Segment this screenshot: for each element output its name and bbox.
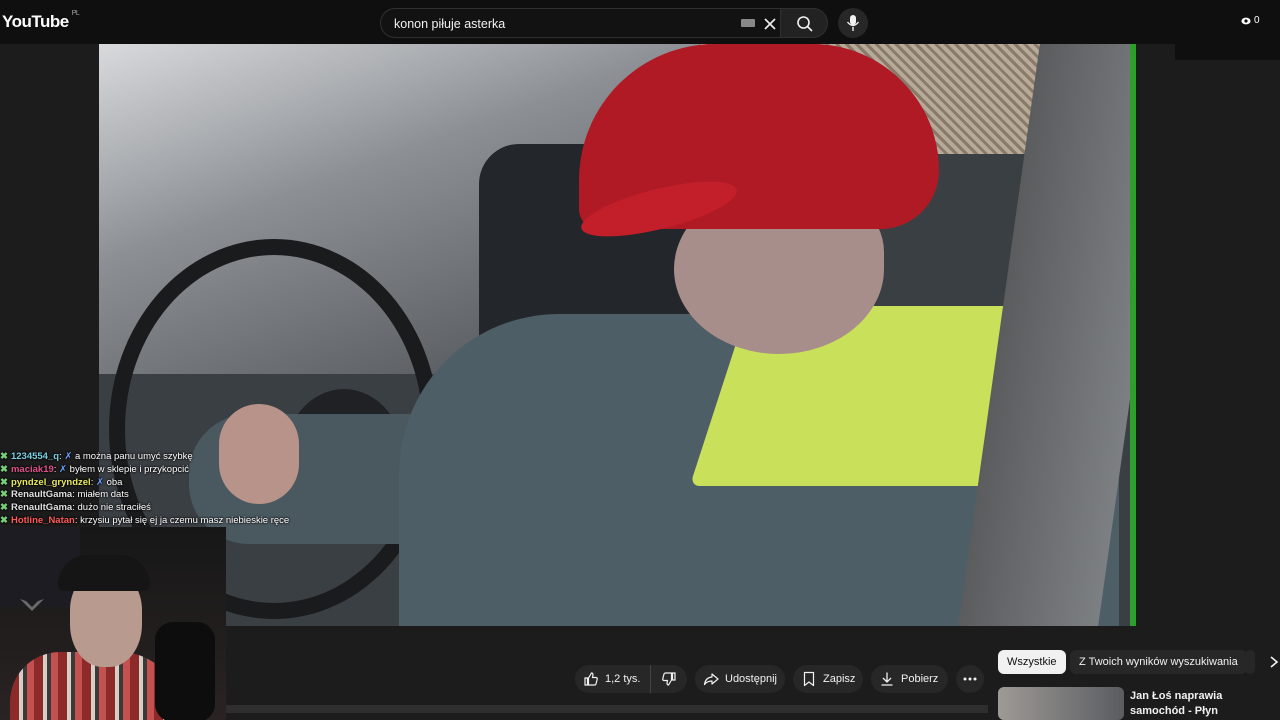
chat-message: ✖ 1234554_q: ✗ a można panu umyć szybkę <box>0 451 193 462</box>
chat-overlay: ✖ 1234554_q: ✗ a można panu umyć szybkę ✖ m… <box>0 451 340 528</box>
chat-text: oba <box>106 476 123 488</box>
viewer-count: 0 <box>1254 15 1260 26</box>
chat-username: pyndzel_gryndzel <box>10 476 91 488</box>
chip-partial[interactable] <box>1245 650 1255 674</box>
chat-username: Hotline_Natan <box>10 514 75 526</box>
share-label: Udostępnij <box>725 673 777 685</box>
logo-text: YouTube <box>2 12 69 31</box>
chat-mod-badge: ✖ <box>0 463 8 475</box>
chat-text: byłem w sklepie i przykopcić <box>69 463 189 475</box>
like-button[interactable]: 1,2 tys. <box>575 665 651 693</box>
description-bar <box>226 705 988 713</box>
like-count: 1,2 tys. <box>605 673 641 685</box>
webcam-microphone <box>155 622 215 720</box>
chip-from-search[interactable]: Z Twoich wyników wyszukiwania <box>1070 650 1247 674</box>
chat-message: ✖ RenaultGama: miałem dats <box>0 489 129 501</box>
keyboard-icon[interactable] <box>741 19 755 27</box>
chevron-right-icon[interactable] <box>1268 653 1280 671</box>
chat-text: dużo nie straciłeś <box>77 502 151 514</box>
chat-username: RenaultGama <box>10 489 73 501</box>
chip-all[interactable]: Wszystkie <box>998 650 1066 674</box>
chat-message: ✖ Hotline_Natan: krzysiu pytał się ej ja … <box>0 514 290 526</box>
viewer-counter: 0 <box>1241 15 1260 26</box>
save-label: Zapisz <box>823 673 856 685</box>
share-button[interactable]: Udostępnij <box>695 665 785 693</box>
chat-mod-badge: ✖ <box>0 502 8 514</box>
chat-mod-badge: ✖ <box>0 489 8 501</box>
eye-icon <box>1241 17 1251 24</box>
more-horizontal-icon <box>963 677 977 681</box>
search-icon <box>797 16 813 32</box>
chat-mod-badge: ✖ <box>0 451 8 462</box>
chat-emote-icon: ✗ <box>59 463 68 475</box>
chat-message: ✖ RenaultGama: dużo nie straciłeś <box>0 502 151 514</box>
chat-text: miałem dats <box>77 489 129 501</box>
like-dislike-group: 1,2 tys. <box>575 665 687 693</box>
chat-mod-badge: ✖ <box>0 514 8 526</box>
youtube-logo[interactable]: YouTube PL <box>2 10 80 32</box>
clear-search-icon[interactable] <box>761 15 779 33</box>
chat-mod-badge: ✖ <box>0 476 8 488</box>
video-player[interactable] <box>99 44 1136 626</box>
chat-text: krzysiu pytał się ej ja czemu masz niebi… <box>80 514 290 526</box>
chat-message: ✖ maciak19: ✗ byłem w sklepie i przykopci… <box>0 463 189 475</box>
download-label: Pobierz <box>901 673 939 685</box>
voice-search-button[interactable] <box>838 8 868 38</box>
thumbs-down-icon <box>662 672 676 686</box>
dislike-button[interactable] <box>651 665 687 693</box>
chat-message: ✖ pyndzel_gryndzel: ✗ oba <box>0 476 123 488</box>
chat-username: RenaultGama <box>10 502 73 514</box>
youtube-watch-page: YouTubePL 0 <box>0 0 1280 720</box>
download-button[interactable]: Pobierz <box>871 665 948 693</box>
search-box <box>380 8 788 38</box>
chat-text: a można panu umyć szybkę <box>74 451 193 462</box>
more-actions-button[interactable] <box>956 665 984 693</box>
recommendation-title[interactable]: Jan Łoś naprawia samochód - Płyn chodnik… <box>1130 689 1280 720</box>
recommendation-thumbnail[interactable] <box>998 687 1124 720</box>
bookmark-icon <box>803 671 815 687</box>
download-icon <box>881 672 893 686</box>
chat-emote-icon: ✗ <box>64 451 73 462</box>
save-button[interactable]: Zapisz <box>793 665 863 693</box>
region-code: PL <box>71 10 80 17</box>
chat-username: 1234554_q <box>10 451 60 462</box>
share-icon <box>703 673 719 686</box>
search-input[interactable] <box>394 15 724 33</box>
search-button[interactable] <box>780 8 828 38</box>
thumbs-up-icon <box>584 672 598 686</box>
video-green-edge <box>1130 44 1136 626</box>
chat-emote-icon: ✗ <box>95 476 104 488</box>
chat-username: maciak19 <box>10 463 54 475</box>
webcam-cap <box>58 555 150 591</box>
streamer-webcam <box>0 527 226 720</box>
eagle-logo-icon <box>20 599 44 611</box>
top-bar: YouTubePL 0 <box>0 0 1280 44</box>
right-panel-strip <box>1175 44 1280 60</box>
microphone-icon <box>846 15 860 31</box>
